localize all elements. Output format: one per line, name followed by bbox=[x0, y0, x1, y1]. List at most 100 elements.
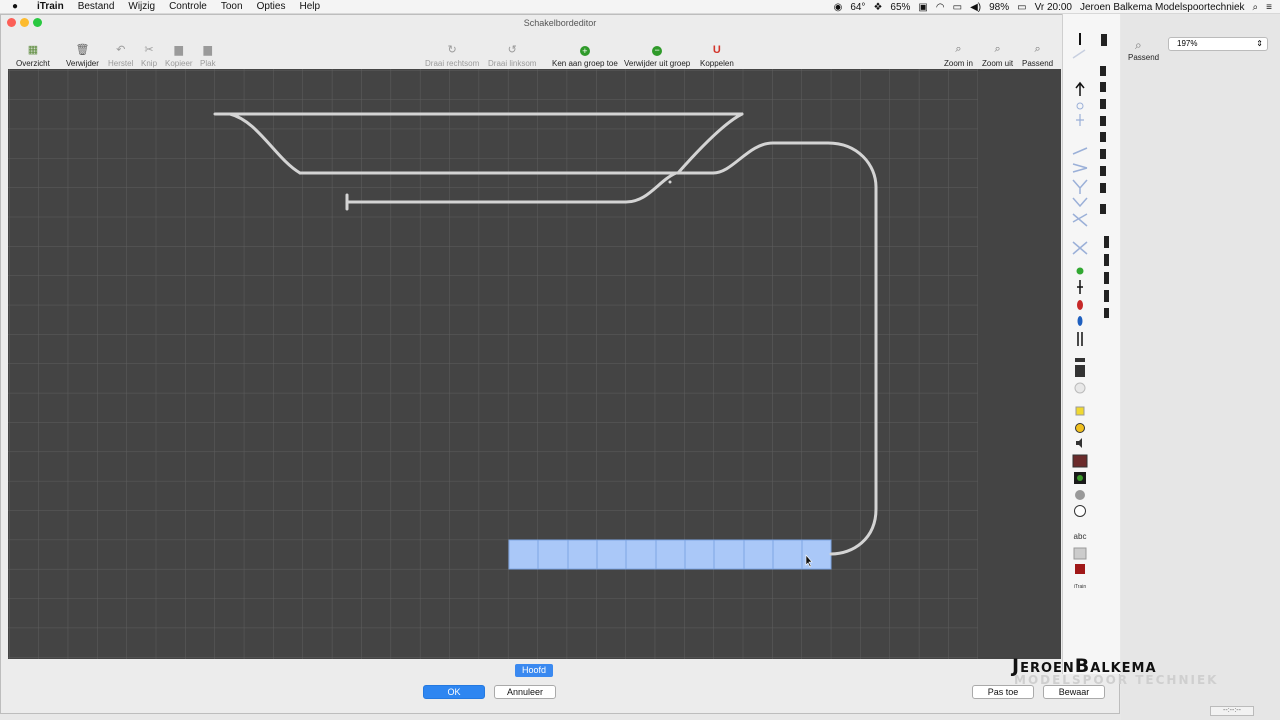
status-area: ◉ 64° ❖ 65% ▣ ◠ ▭ ◀) 98% ▭ Vr 20:00 Jero… bbox=[834, 0, 1272, 14]
signal-4-icon[interactable] bbox=[1104, 290, 1109, 302]
display-icon[interactable]: ▣ bbox=[918, 2, 927, 13]
copy-button[interactable]: ▆ Kopieer bbox=[165, 40, 193, 68]
zoom-in-button[interactable]: ⌕ Zoom in bbox=[944, 40, 973, 68]
dropbox-icon[interactable]: ❖ bbox=[873, 2, 882, 13]
spotlight-icon[interactable]: ⌕ bbox=[1253, 2, 1259, 13]
v-switch-tool-icon[interactable] bbox=[1072, 197, 1088, 208]
apply-button[interactable]: Pas toe bbox=[972, 685, 1034, 699]
loco-7-icon[interactable] bbox=[1100, 149, 1106, 159]
percent-status[interactable]: 65% bbox=[890, 2, 910, 13]
add-circle-icon: + bbox=[579, 40, 590, 56]
record-icon[interactable]: ◉ bbox=[834, 2, 843, 13]
menu-edit[interactable]: Wijzig bbox=[121, 1, 162, 12]
delete-button[interactable]: 🗑︎ Verwijder bbox=[66, 40, 99, 68]
platform-tool-icon[interactable] bbox=[1075, 365, 1085, 377]
lamp-tool-icon[interactable] bbox=[1075, 423, 1085, 433]
menu-view[interactable]: Toon bbox=[214, 1, 250, 12]
fit-side-icon[interactable]: ⌕ bbox=[1135, 38, 1142, 53]
round-track-tool-icon[interactable] bbox=[1076, 102, 1084, 110]
bridge-tool-icon[interactable] bbox=[1077, 332, 1083, 346]
save-button[interactable]: Bewaar bbox=[1043, 685, 1105, 699]
diagonal-track-tool-icon[interactable] bbox=[1072, 147, 1088, 155]
add-to-group-button[interactable]: + Ken aan groep toe bbox=[552, 40, 618, 68]
table-tool-icon[interactable] bbox=[1073, 547, 1087, 560]
user-name[interactable]: Jeroen Balkema Modelspoortechniek bbox=[1080, 2, 1245, 13]
battery-status[interactable]: 98% bbox=[989, 2, 1009, 13]
loco-8-icon[interactable] bbox=[1100, 166, 1106, 176]
loco-2-icon[interactable] bbox=[1100, 66, 1106, 76]
curve-track-tool-icon[interactable] bbox=[1072, 49, 1086, 59]
ok-button[interactable]: OK bbox=[423, 685, 485, 699]
signal-1-icon[interactable] bbox=[1104, 236, 1109, 248]
signal-3-icon[interactable] bbox=[1104, 272, 1109, 284]
tab-hoofd[interactable]: Hoofd bbox=[515, 664, 553, 677]
turntable-tool-icon[interactable] bbox=[1074, 382, 1086, 394]
left-switch-tool-icon[interactable] bbox=[1072, 163, 1088, 173]
copy-icon: ▆ bbox=[174, 44, 184, 56]
clock-tool-icon[interactable] bbox=[1074, 505, 1086, 517]
y-switch-tool-icon[interactable] bbox=[1072, 179, 1088, 194]
zoom-window-button[interactable] bbox=[33, 18, 42, 27]
overview-button[interactable]: ▦ Overzicht bbox=[16, 40, 50, 68]
volume-icon[interactable]: ◀) bbox=[970, 2, 981, 13]
red-signal-tool-icon[interactable] bbox=[1077, 300, 1083, 310]
battery-icon[interactable]: ▭ bbox=[1017, 2, 1026, 13]
loco-tool-icon[interactable] bbox=[1075, 358, 1085, 362]
cancel-button[interactable]: Annuleer bbox=[494, 685, 556, 699]
airplay-icon[interactable]: ▭ bbox=[953, 2, 962, 13]
rotate-left-button[interactable]: ↺ Draai linksom bbox=[488, 40, 536, 68]
loco-6-icon[interactable] bbox=[1100, 132, 1106, 142]
zoom-select[interactable]: 197% ⇕ bbox=[1168, 37, 1268, 51]
knob-tool-icon[interactable] bbox=[1075, 490, 1085, 500]
undo-button[interactable]: ↶ Herstel bbox=[108, 40, 133, 68]
selection-block[interactable] bbox=[508, 539, 832, 570]
palette-tools[interactable]: abc iTrain bbox=[1063, 14, 1121, 604]
wifi-icon[interactable]: ◠ bbox=[936, 2, 945, 13]
temperature-status[interactable]: 64° bbox=[850, 2, 865, 13]
menu-options[interactable]: Opties bbox=[250, 1, 293, 12]
block-end-tool-icon[interactable] bbox=[1077, 280, 1083, 294]
loco-9-icon[interactable] bbox=[1100, 183, 1106, 193]
track-layout[interactable] bbox=[8, 69, 1061, 659]
chevron-updown-icon: ⇕ bbox=[1256, 39, 1263, 48]
paste-button[interactable]: ▆ Plak bbox=[200, 40, 216, 68]
arrow-track-tool-icon[interactable] bbox=[1075, 81, 1085, 96]
image-tool-icon[interactable] bbox=[1072, 454, 1088, 468]
loco-10-icon[interactable] bbox=[1100, 204, 1106, 214]
loco-5-icon[interactable] bbox=[1100, 116, 1106, 126]
loco-3-icon[interactable] bbox=[1100, 82, 1106, 92]
clock[interactable]: Vr 20:00 bbox=[1035, 2, 1072, 13]
notification-center-icon[interactable]: ≡ bbox=[1266, 2, 1272, 13]
couple-button[interactable]: U Koppelen bbox=[700, 40, 734, 68]
color-tool-icon[interactable] bbox=[1075, 564, 1085, 574]
minimize-window-button[interactable] bbox=[20, 18, 29, 27]
label-tool-icon[interactable] bbox=[1075, 406, 1085, 416]
fit-icon: ⌕ bbox=[1034, 43, 1041, 55]
crossing-tool-icon[interactable] bbox=[1072, 213, 1088, 227]
menu-app[interactable]: iTrain bbox=[30, 1, 71, 12]
tee-track-tool-icon[interactable] bbox=[1076, 114, 1084, 126]
apple-menu-icon[interactable]: ● bbox=[0, 1, 30, 12]
speaker-tool-icon[interactable] bbox=[1076, 438, 1082, 448]
zoom-out-button[interactable]: ⌕ Zoom uit bbox=[982, 40, 1013, 68]
menu-help[interactable]: Help bbox=[292, 1, 327, 12]
close-window-button[interactable] bbox=[7, 18, 16, 27]
double-slip-tool-icon[interactable] bbox=[1072, 241, 1088, 255]
text-tool-icon[interactable]: abc bbox=[1074, 532, 1087, 541]
menu-file[interactable]: Bestand bbox=[71, 1, 122, 12]
zoom-value: 197% bbox=[1177, 39, 1198, 48]
menu-control[interactable]: Controle bbox=[162, 1, 214, 12]
rotate-right-button[interactable]: ↻ Draai rechtsom bbox=[425, 40, 479, 68]
sensor-tool-icon[interactable] bbox=[1076, 267, 1084, 275]
blue-signal-tool-icon[interactable] bbox=[1077, 316, 1083, 326]
fit-button[interactable]: ⌕ Passend bbox=[1022, 40, 1053, 68]
loco-4-icon[interactable] bbox=[1100, 99, 1106, 109]
loco-1-icon[interactable] bbox=[1101, 34, 1107, 46]
signal-2-icon[interactable] bbox=[1104, 254, 1109, 266]
fit-side-label[interactable]: Passend bbox=[1128, 53, 1159, 62]
right-column-tools[interactable] bbox=[1100, 34, 1109, 318]
switchboard-canvas[interactable] bbox=[8, 69, 1061, 659]
signal-5-icon[interactable] bbox=[1104, 308, 1109, 318]
cut-button[interactable]: ✂ Knip bbox=[141, 40, 157, 68]
remove-from-group-button[interactable]: − Verwijder uit groep bbox=[624, 40, 690, 69]
